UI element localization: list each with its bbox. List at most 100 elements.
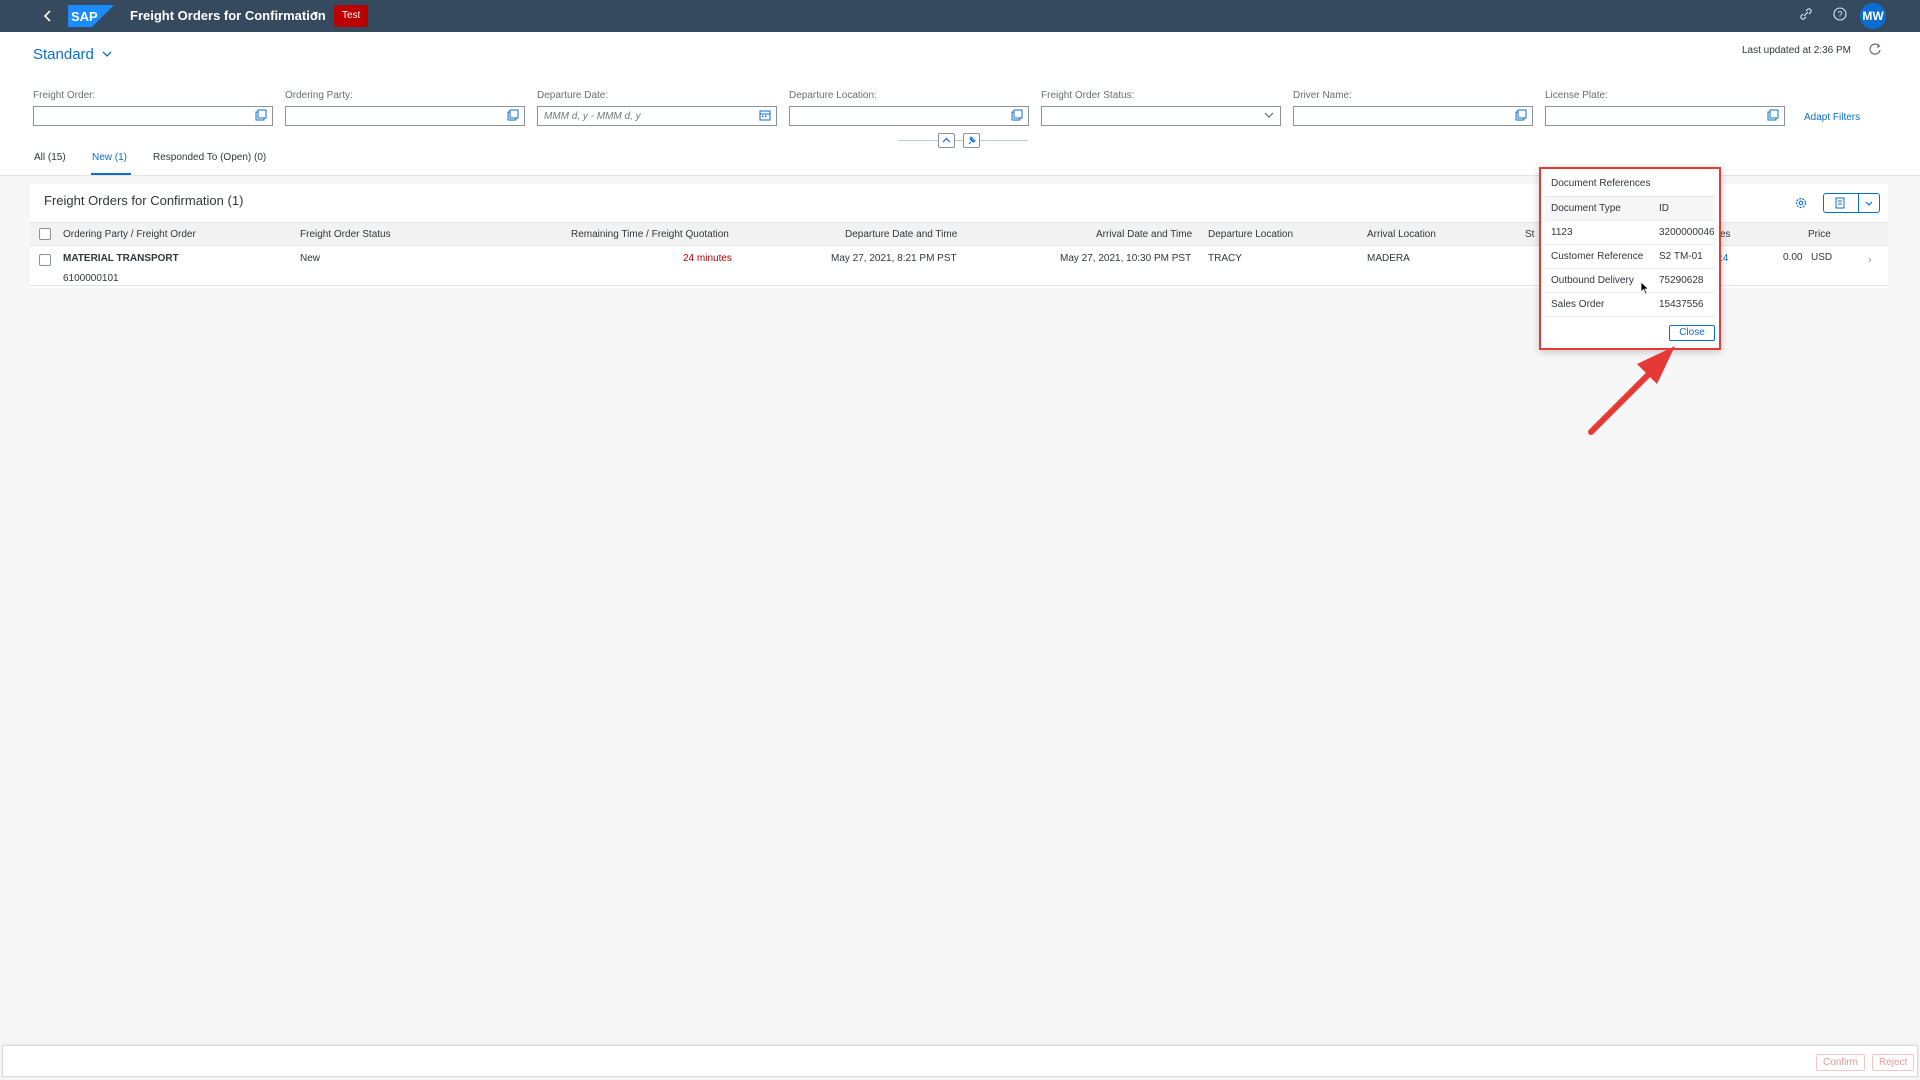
tab-responded-open[interactable]: Responded To (Open) (0) [153, 152, 266, 163]
popover-title: Document References [1551, 178, 1651, 189]
tab-active-indicator [91, 173, 131, 175]
collapse-header-button[interactable] [938, 133, 955, 148]
chevron-down-icon[interactable]: ▾ [313, 9, 318, 20]
column-header-party[interactable]: Ordering Party / Freight Order [63, 229, 196, 240]
freight-order-input[interactable] [33, 106, 273, 126]
filter-label: Freight Order Status: [1041, 90, 1135, 101]
svg-text:?: ? [1837, 10, 1842, 20]
document-id: 75290628 [1659, 275, 1704, 286]
column-header-departure-location[interactable]: Departure Location [1208, 229, 1293, 240]
freight-order-status-select[interactable] [1041, 106, 1281, 126]
filter-driver-name: Driver Name: [1293, 90, 1533, 126]
driver-name-input[interactable] [1293, 106, 1533, 126]
value-help-icon[interactable] [1515, 109, 1527, 121]
value-help-icon[interactable] [507, 109, 519, 121]
annotation-arrow-icon [1585, 340, 1685, 440]
departure-date-input[interactable] [537, 106, 777, 126]
filter-departure-date: Departure Date: [537, 90, 777, 126]
license-plate-input[interactable] [1545, 106, 1785, 126]
refresh-icon[interactable] [1868, 42, 1882, 56]
table-title: Freight Orders for Confirmation (1) [44, 193, 244, 208]
export-button[interactable] [1823, 193, 1859, 213]
remaining-time: 24 minutes [683, 253, 732, 264]
column-header-status[interactable]: Freight Order Status [300, 229, 391, 240]
column-header-departure[interactable]: Departure Date and Time [845, 229, 957, 240]
document-id: S2 TM-01 [1659, 251, 1703, 262]
variant-selector[interactable]: Standard [33, 46, 94, 63]
chevron-down-icon[interactable] [1263, 109, 1275, 121]
filter-label: Departure Date: [537, 90, 609, 101]
adapt-filters-link[interactable]: Adapt Filters [1804, 112, 1860, 123]
pin-header-button[interactable] [963, 133, 980, 148]
popover-header-type: Document Type [1551, 203, 1621, 214]
freight-order-number: 6100000101 [63, 273, 119, 284]
back-icon[interactable] [40, 6, 56, 26]
svg-text:SAP: SAP [71, 9, 98, 24]
document-type: Sales Order [1551, 299, 1605, 310]
popover-row: Outbound Delivery 75290628 [1545, 269, 1715, 293]
calendar-icon[interactable] [759, 109, 771, 121]
column-header-price[interactable]: Price [1808, 229, 1831, 240]
value-help-icon[interactable] [255, 109, 267, 121]
filter-label: License Plate: [1545, 90, 1608, 101]
footer-toolbar: Confirm Reject [2, 1045, 1918, 1077]
document-type: 1123 [1551, 227, 1573, 238]
filter-label: Departure Location: [789, 90, 877, 101]
value-help-icon[interactable] [1767, 109, 1779, 121]
arrival-location: MADERA [1367, 253, 1410, 264]
value-help-icon[interactable] [1011, 109, 1023, 121]
document-type: Outbound Delivery [1551, 275, 1634, 286]
close-button[interactable]: Close [1669, 325, 1715, 341]
column-header-partial-es[interactable]: es [1720, 229, 1731, 240]
column-header-arrival-location[interactable]: Arrival Location [1367, 229, 1436, 240]
chevron-down-icon[interactable] [101, 48, 113, 60]
tab-all[interactable]: All (15) [34, 152, 66, 163]
reject-button[interactable]: Reject [1872, 1054, 1915, 1071]
environment-badge: Test [334, 5, 369, 27]
price-value: 0.00 [1783, 252, 1803, 263]
departure-location: TRACY [1208, 253, 1242, 264]
departure-location-input[interactable] [789, 106, 1029, 126]
document-id: 15437556 [1659, 299, 1704, 310]
filter-license-plate: License Plate: [1545, 90, 1785, 126]
filter-freight-order-status: Freight Order Status: [1041, 90, 1281, 126]
document-type: Customer Reference [1551, 251, 1644, 262]
sap-logo[interactable]: SAP [68, 5, 114, 27]
select-all-checkbox[interactable] [39, 228, 51, 240]
filter-label: Freight Order: [33, 90, 96, 101]
tab-new[interactable]: New (1) [92, 152, 127, 163]
last-updated-text: Last updated at 2:36 PM [1742, 45, 1851, 56]
mouse-cursor-icon [1640, 281, 1650, 295]
popover-header-id: ID [1659, 203, 1669, 214]
departure-datetime: May 27, 2021, 8:21 PM PST [831, 253, 957, 264]
popover-row: 1123 3200000046 [1545, 221, 1715, 245]
price-currency: USD [1811, 252, 1833, 263]
partial-link[interactable]: :4 [1720, 253, 1728, 264]
popover-header-row: Document Type ID [1545, 197, 1715, 221]
column-header-partial-st[interactable]: St [1525, 229, 1534, 240]
filter-label: Ordering Party: [285, 90, 353, 101]
export-menu-button[interactable] [1858, 193, 1880, 213]
chevron-right-icon[interactable]: › [1868, 254, 1872, 266]
avatar[interactable]: MW [1860, 3, 1886, 29]
arrival-datetime: May 27, 2021, 10:30 PM PST [1060, 253, 1192, 264]
filter-label: Driver Name: [1293, 90, 1352, 101]
freight-order-status: New [300, 253, 321, 264]
document-references-popover: Document References Document Type ID 112… [1539, 167, 1721, 350]
column-header-remaining[interactable]: Remaining Time / Freight Quotation [571, 229, 729, 240]
link-icon[interactable] [1797, 7, 1815, 25]
filter-freight-order: Freight Order: [33, 90, 273, 126]
column-header-arrival[interactable]: Arrival Date and Time [1096, 229, 1192, 240]
filter-departure-location: Departure Location: [789, 90, 1029, 126]
popover-row: Customer Reference S2 TM-01 [1545, 245, 1715, 269]
document-id: 3200000046 [1659, 227, 1715, 238]
filter-ordering-party: Ordering Party: [285, 90, 525, 126]
ordering-party-input[interactable] [285, 106, 525, 126]
app-title[interactable]: Freight Orders for Confirmation [130, 8, 326, 23]
row-checkbox[interactable] [39, 254, 51, 266]
gear-icon[interactable] [1794, 196, 1808, 210]
popover-row: Sales Order 15437556 [1545, 293, 1715, 317]
help-icon[interactable]: ? [1831, 7, 1849, 25]
confirm-button[interactable]: Confirm [1816, 1054, 1866, 1071]
filter-bar: Standard Last updated at 2:36 PM Freight… [0, 32, 1920, 176]
